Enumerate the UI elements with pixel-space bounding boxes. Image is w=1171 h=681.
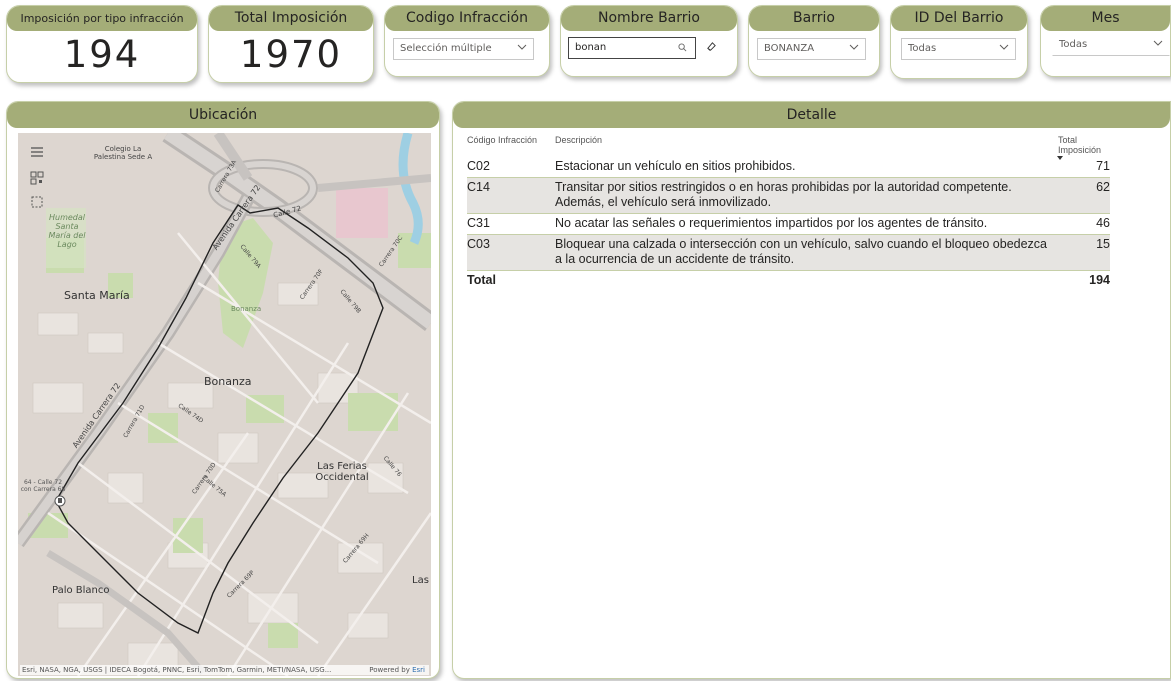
cell-description: Bloquear una calzada o intersección con … (555, 234, 1050, 271)
cell-description: Transitar por sitios restringidos o en h… (555, 177, 1050, 214)
detail-table: Código Infracción Descripción Total Impo… (467, 132, 1110, 291)
total-label: Total (467, 270, 555, 291)
chevron-down-icon (1153, 40, 1163, 46)
barrio-dropdown[interactable]: BONANZA (757, 38, 866, 60)
map-menu-icon[interactable] (30, 145, 44, 159)
qr-code-icon[interactable] (30, 171, 44, 185)
attribution-text: Esri, NASA, NGA, USGS | IDECA Bogotá, PN… (22, 666, 332, 674)
kpi-card-total-imposicion: Total Imposición 1970 (208, 5, 374, 83)
nombre-barrio-search-input[interactable]: bonan (568, 37, 696, 59)
sort-descending-icon (1057, 156, 1063, 160)
cell-code: C03 (467, 234, 555, 271)
codigo-infraccion-dropdown[interactable]: Selección múltiple (393, 38, 534, 60)
map-label-palo-blanco: Palo Blanco (52, 585, 110, 596)
column-header-code[interactable]: Código Infracción (467, 132, 555, 157)
cell-total: 15 (1050, 234, 1110, 271)
map-label-bus-stop: 64 - Calle 72 con Carrera 68 (20, 479, 66, 493)
table-row[interactable]: C03 Bloquear una calzada o intersección … (467, 234, 1110, 271)
dropdown-value: Todas (1059, 39, 1088, 50)
search-value: bonan (575, 42, 607, 53)
cell-code: C14 (467, 177, 555, 214)
cell-code: C31 (467, 213, 555, 235)
kpi-card-tipo-infraccion: Imposición por tipo infracción 194 (6, 5, 198, 83)
table-header-row: Código Infracción Descripción Total Impo… (467, 132, 1110, 160)
map-label-las-ferias: Las Ferias Occidental (315, 461, 369, 483)
total-value: 194 (1050, 270, 1110, 291)
table-row[interactable]: C14 Transitar por sitios restringidos o … (467, 177, 1110, 214)
kpi-title: Total Imposición (209, 6, 373, 31)
kpi-value: 1970 (239, 33, 343, 76)
map-label-humedal: Humedal Santa María del Lago (48, 213, 86, 249)
cell-code: C02 (467, 157, 555, 178)
map-view[interactable]: Colegio La Palestina Sede A Humedal Sant… (18, 133, 431, 676)
total-spacer (555, 270, 1050, 291)
dropdown-value: BONANZA (764, 43, 815, 54)
table-row[interactable]: C02 Estacionar un vehículo en sitios pro… (467, 157, 1110, 178)
map-label-bonanza: Bonanza (204, 375, 252, 388)
slicer-title: Barrio (749, 6, 879, 31)
map-label-las: Las (412, 575, 429, 586)
esri-link[interactable]: Esri (412, 666, 425, 674)
total-header-label: Total Imposición (1058, 135, 1102, 155)
map-label-bonanza-park: Bonanza (231, 305, 262, 313)
map-label-colegio: Colegio La Palestina Sede A (93, 145, 153, 161)
slicer-title: ID Del Barrio (891, 6, 1027, 31)
powered-by-text: Powered by (369, 666, 410, 674)
kpi-value: 194 (63, 33, 141, 76)
slicer-title: Nombre Barrio (561, 6, 737, 31)
eraser-icon[interactable] (706, 41, 717, 52)
cell-total: 71 (1050, 157, 1110, 178)
chevron-down-icon (849, 44, 859, 50)
map-attribution: Esri, NASA, NGA, USGS | IDECA Bogotá, PN… (20, 665, 429, 675)
dropdown-value: Todas (908, 43, 937, 54)
dropdown-value: Selección múltiple (400, 43, 492, 54)
kpi-title: Imposición por tipo infracción (7, 6, 197, 31)
map-panel-title: Ubicación (7, 102, 439, 128)
slicer-title: Codigo Infracción (385, 6, 549, 31)
column-header-total[interactable]: Total Imposición (1050, 132, 1110, 160)
cell-description: Estacionar un vehículo en sitios prohibi… (555, 157, 1050, 178)
detail-panel-title: Detalle (453, 102, 1170, 128)
chevron-down-icon (517, 44, 527, 50)
chevron-down-icon (999, 44, 1009, 50)
column-header-description[interactable]: Descripción (555, 132, 1050, 157)
cell-total: 46 (1050, 213, 1110, 235)
mes-dropdown[interactable]: Todas (1052, 34, 1170, 56)
slicer-title: Mes (1041, 6, 1170, 31)
cell-description: No acatar las señales o requerimientos i… (555, 213, 1050, 235)
id-barrio-dropdown[interactable]: Todas (901, 38, 1016, 60)
table-row[interactable]: C31 No acatar las señales o requerimient… (467, 213, 1110, 235)
cell-total: 62 (1050, 177, 1110, 214)
search-icon (678, 43, 687, 52)
map-label-santa-maria: Santa María (64, 289, 130, 302)
selection-rectangle-icon[interactable] (30, 195, 44, 209)
table-total-row: Total 194 (467, 270, 1110, 291)
